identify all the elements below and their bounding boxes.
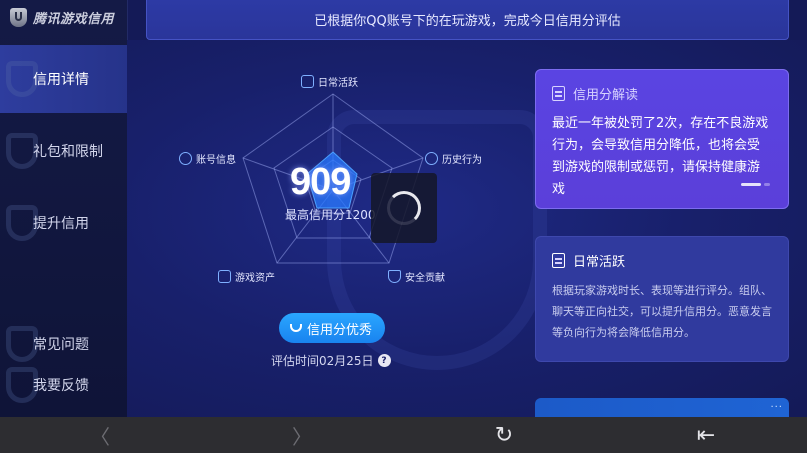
sidebar-item-label: 信用详情 xyxy=(33,72,89,88)
page-dot-active xyxy=(741,183,761,186)
evaluation-time: 评估时间02月25日 ? xyxy=(271,352,391,369)
clock-icon xyxy=(425,152,438,165)
credit-interpretation-card[interactable]: 信用分解读 最近一年被处罚了2次，存在不良游戏行为，会导致信用分降低，也将会受到… xyxy=(535,69,789,209)
status-banner-text: 已根据你QQ账号下的在玩游戏，完成今日信用分评估 xyxy=(314,14,621,29)
radar-axis-label: 历史行为 xyxy=(442,155,482,166)
document-icon xyxy=(301,75,314,88)
sidebar-item-label: 礼包和限制 xyxy=(33,144,103,160)
main-panel: 日常活跃 历史行为 安全贡献 游戏资产 账号信息 909 最高信用分1200 信… xyxy=(127,40,807,418)
rating-label: 信用分优秀 xyxy=(307,322,373,338)
radar-axis-daily: 日常活跃 xyxy=(301,74,358,89)
loading-overlay xyxy=(371,173,437,243)
exit-icon[interactable]: ⇤ xyxy=(686,417,726,453)
system-navigation-bar: 〈 〉 ↻ ⇤ xyxy=(0,417,807,453)
evaluation-time-label: 评估时间02月25日 xyxy=(271,354,374,368)
more-icon[interactable]: ··· xyxy=(770,402,783,413)
rating-badge-button[interactable]: 信用分优秀 xyxy=(279,313,386,343)
credit-score: 909 xyxy=(290,161,351,203)
help-icon[interactable]: ? xyxy=(377,354,391,367)
status-banner: 已根据你QQ账号下的在玩游戏，完成今日信用分评估 xyxy=(146,0,789,40)
radar-axis-label: 游戏资产 xyxy=(235,273,275,284)
daily-activity-card[interactable]: 日常活跃 根据玩家游戏时长、表现等进行评分。组队、聊天等正向社交，可以提升信用分… xyxy=(535,236,789,362)
radar-axis-label: 账号信息 xyxy=(196,155,236,166)
sidebar-item-gifts-limits[interactable]: 礼包和限制 xyxy=(0,117,127,185)
page-dot xyxy=(764,183,770,186)
page-indicator xyxy=(741,183,770,186)
radar-axis-label: 安全贡献 xyxy=(405,273,445,284)
wallet-icon xyxy=(218,270,231,283)
app-root: 腾讯游戏信用 信用详情 礼包和限制 提升信用 常见问题 我要反馈 日常活跃 历史… xyxy=(0,0,807,418)
app-title: 腾讯游戏信用 xyxy=(33,12,115,27)
user-icon xyxy=(179,152,192,165)
card-header: 日常活跃 xyxy=(552,251,772,270)
refresh-icon[interactable]: ↻ xyxy=(484,417,524,453)
card-header: 信用分解读 xyxy=(552,84,772,103)
radar-axis-history: 历史行为 xyxy=(425,151,482,166)
document-icon xyxy=(552,86,565,101)
radar-axis-security: 安全贡献 xyxy=(388,269,445,284)
next-card-preview[interactable]: ··· xyxy=(535,398,789,418)
shield-logo-icon xyxy=(10,8,27,27)
card-body: 最近一年被处罚了2次，存在不良游戏行为，会导致信用分降低，也将会受到游戏的限制或… xyxy=(552,116,769,197)
sidebar-item-feedback[interactable]: 我要反馈 xyxy=(0,352,127,418)
spinner-icon xyxy=(387,191,421,225)
radar-axis-account: 账号信息 xyxy=(179,151,236,166)
sidebar-item-credit-details[interactable]: 信用详情 xyxy=(0,45,127,113)
sidebar-item-label: 提升信用 xyxy=(33,216,89,232)
card-body: 根据玩家游戏时长、表现等进行评分。组队、聊天等正向社交，可以提升信用分。恶意发言… xyxy=(552,284,772,339)
sidebar-item-label: 常见问题 xyxy=(33,337,89,353)
max-score-label: 最高信用分1200 xyxy=(285,208,376,222)
sidebar: 腾讯游戏信用 信用详情 礼包和限制 提升信用 常见问题 我要反馈 xyxy=(0,0,128,417)
sidebar-item-label: 我要反馈 xyxy=(33,378,89,394)
document-icon xyxy=(552,253,565,268)
card-title: 信用分解读 xyxy=(573,88,639,103)
app-logo: 腾讯游戏信用 xyxy=(10,8,114,27)
card-title: 日常活跃 xyxy=(573,255,626,270)
radar-axis-assets: 游戏资产 xyxy=(218,269,275,284)
shield-icon xyxy=(388,270,401,283)
sidebar-item-improve-credit[interactable]: 提升信用 xyxy=(0,189,127,257)
forward-icon[interactable]: 〉 xyxy=(282,417,322,453)
radar-axis-label: 日常活跃 xyxy=(318,78,358,89)
smile-icon xyxy=(290,324,302,332)
back-icon[interactable]: 〈 xyxy=(80,417,120,453)
